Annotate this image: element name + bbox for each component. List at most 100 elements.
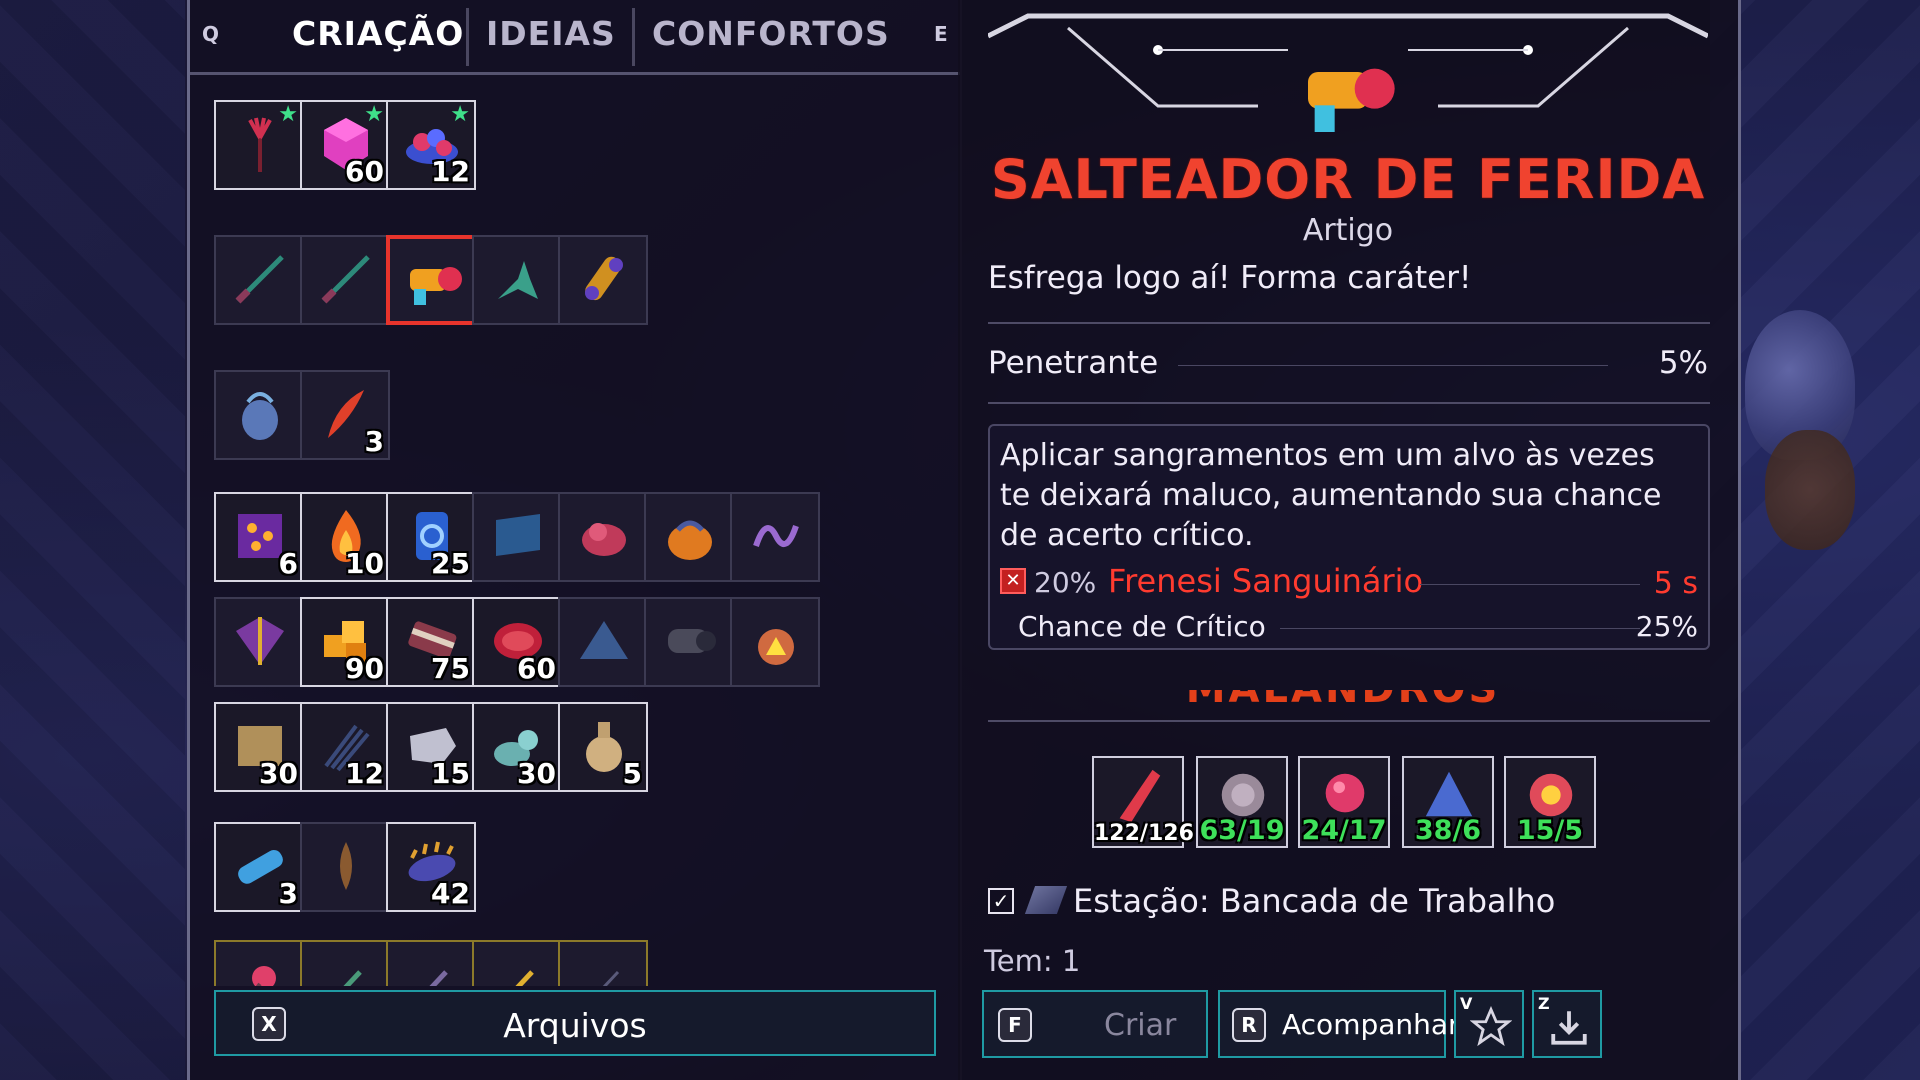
divider: [988, 322, 1710, 324]
recipe-slot[interactable]: [214, 940, 304, 986]
recipe-slot[interactable]: 30: [472, 702, 562, 792]
recipe-slot[interactable]: 90: [300, 597, 390, 687]
brown-root-icon: [340, 842, 352, 890]
tab-divider: [466, 8, 469, 66]
tab-criacao[interactable]: CRIAÇÃO: [292, 14, 464, 53]
recipe-slot[interactable]: 3: [214, 822, 304, 912]
pink-rose-icon: [252, 966, 276, 986]
item-count: 15: [431, 757, 470, 790]
recipe-slot[interactable]: [214, 235, 304, 325]
item-description: Esfrega logo aí! Forma caráter!: [988, 260, 1472, 296]
favorite-star-icon: ★: [450, 102, 470, 127]
ingredient-slot[interactable]: 15/5: [1504, 756, 1596, 848]
track-key: R: [1232, 1008, 1266, 1042]
tab-prev-key[interactable]: Q: [202, 22, 219, 46]
recipe-slot[interactable]: [558, 235, 648, 325]
stat-leader-line: [1178, 365, 1608, 366]
recipe-slot[interactable]: [644, 597, 734, 687]
recipe-slot[interactable]: [558, 597, 648, 687]
purple-twig-icon: [429, 970, 448, 986]
background-creature-body: [1765, 430, 1855, 550]
bleed-effect-icon: ✕: [1000, 568, 1026, 594]
item-count: 42: [431, 877, 470, 910]
ingredients-header-text: MALANDROS: [1183, 690, 1503, 706]
craft-label: Criar: [1104, 1008, 1177, 1043]
thin-stick-icon: [602, 970, 620, 986]
stat-name: Penetrante: [988, 345, 1159, 381]
recipe-slot[interactable]: ★ 60: [300, 100, 390, 190]
recipe-slot[interactable]: [472, 235, 562, 325]
tab-ideias[interactable]: IDEIAS: [486, 14, 616, 53]
wrapped-package-icon: [236, 617, 284, 665]
ingredient-amount: 15/5: [1516, 815, 1584, 846]
recipe-slot[interactable]: 42: [386, 822, 476, 912]
recipe-slot[interactable]: 3: [300, 370, 390, 460]
recipe-slot[interactable]: [214, 370, 304, 460]
favorite-star-icon: ★: [278, 102, 298, 127]
stat-value: 5%: [1658, 345, 1708, 381]
ingredient-slot[interactable]: 38/6: [1402, 756, 1494, 848]
tab-bar: Q CRIAÇÃO IDEIAS CONFORTOS E: [190, 0, 960, 75]
craft-button[interactable]: F Criar: [982, 990, 1208, 1058]
recipe-slot[interactable]: [472, 940, 562, 986]
item-count: 30: [259, 757, 298, 790]
divider: [988, 402, 1710, 404]
recipe-slot[interactable]: ★: [214, 100, 304, 190]
hazard-flask-icon: [758, 629, 794, 665]
ingredient-slot[interactable]: 24/17: [1298, 756, 1390, 848]
recipe-slot[interactable]: [730, 597, 820, 687]
item-count: 12: [431, 155, 470, 188]
ingredient-amount: 24/17: [1301, 815, 1387, 846]
recipe-slot[interactable]: 25: [386, 492, 476, 582]
twin-blades-icon: [498, 261, 538, 299]
recipe-slot[interactable]: [558, 492, 648, 582]
track-button[interactable]: R Acompanhar: [1218, 990, 1480, 1058]
recipe-slot-selected[interactable]: [386, 235, 476, 325]
item-count: 90: [345, 652, 384, 685]
dagger-icon: [321, 255, 370, 304]
recipe-slot[interactable]: [730, 492, 820, 582]
tab-confortos[interactable]: CONFORTOS: [652, 14, 890, 53]
crafting-list-panel: Q CRIAÇÃO IDEIAS CONFORTOS E ★ ★ 60 ★ 12: [187, 0, 962, 1080]
recipe-slot[interactable]: 12: [300, 702, 390, 792]
recipe-slot[interactable]: [558, 940, 648, 986]
recipe-slot[interactable]: [300, 940, 390, 986]
pink-blob-icon: [582, 523, 626, 556]
item-count: 75: [431, 652, 470, 685]
blue-pyramid-icon: [580, 621, 628, 659]
ingredient-amount: 63/19: [1199, 815, 1285, 846]
recipe-slot[interactable]: ★ 12: [386, 100, 476, 190]
ingredient-slot[interactable]: 63/19: [1196, 756, 1288, 848]
tube-gadget-icon: [585, 256, 623, 301]
station-checkbox[interactable]: ✓: [988, 888, 1014, 914]
item-rarity: Artigo: [1302, 213, 1394, 248]
blue-panel-icon: [496, 514, 540, 556]
recipe-slot[interactable]: 60: [472, 597, 562, 687]
archive-button[interactable]: X Arquivos: [214, 990, 936, 1056]
recipe-slot[interactable]: 75: [386, 597, 476, 687]
recipe-slot[interactable]: [300, 235, 390, 325]
download-button[interactable]: Z: [1532, 990, 1602, 1058]
recipe-slot[interactable]: 15: [386, 702, 476, 792]
recipe-slot[interactable]: [644, 492, 734, 582]
recipe-slot[interactable]: 6: [214, 492, 304, 582]
favorite-button[interactable]: V: [1454, 990, 1524, 1058]
crit-chance-value: 25%: [1635, 610, 1698, 643]
item-count: 3: [278, 877, 298, 910]
recipe-slot[interactable]: 10: [300, 492, 390, 582]
tab-next-key[interactable]: E: [934, 22, 948, 46]
effect-description: Aplicar sangramentos em um alvo às vezes…: [1000, 438, 1662, 553]
recipe-slot[interactable]: 5: [558, 702, 648, 792]
recipe-slot[interactable]: [300, 822, 390, 912]
crit-chance-label: Chance de Crítico: [1018, 610, 1266, 643]
recipe-slot[interactable]: [386, 940, 476, 986]
effect-name: Frenesi Sanguinário: [1108, 562, 1424, 600]
recipe-slot[interactable]: [472, 492, 562, 582]
effect-chance: 20%: [1034, 566, 1097, 599]
recipe-slot[interactable]: 30: [214, 702, 304, 792]
ingredient-slot[interactable]: 122/126: [1092, 756, 1194, 848]
workbench-icon: [1024, 886, 1068, 914]
track-label: Acompanhar: [1282, 1008, 1460, 1041]
recipe-slot[interactable]: [214, 597, 304, 687]
ingredient-amount: 122/126: [1094, 821, 1194, 846]
